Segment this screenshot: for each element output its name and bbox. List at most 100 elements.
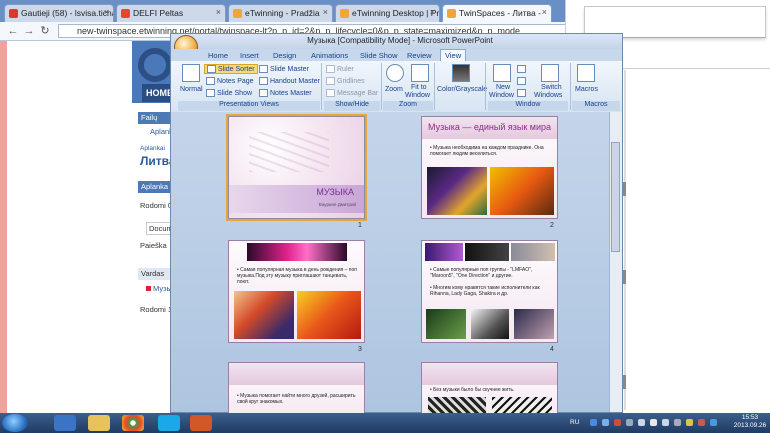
tray-app-icon[interactable] xyxy=(710,419,717,426)
bullet-text: Музыка помогает найти много друзей, расш… xyxy=(237,393,356,405)
slide-show-button[interactable]: Slide Show xyxy=(206,89,252,97)
group-label: Macros xyxy=(572,101,620,111)
macros-button[interactable]: Macros xyxy=(575,86,598,93)
reload-icon[interactable]: ↻ xyxy=(38,24,52,38)
taskbar-clock[interactable]: 15:53 2013.09.26 xyxy=(732,414,768,430)
folder-icon[interactable] xyxy=(88,415,110,431)
fit-to-window-label: Window xyxy=(405,92,430,99)
bullet-text: Самая популярная музыка в день рождения … xyxy=(237,267,357,285)
chrome-icon[interactable] xyxy=(122,415,144,431)
close-icon[interactable]: × xyxy=(430,7,435,17)
etwinning-icon xyxy=(340,9,349,18)
ruler-checkbox[interactable]: Ruler xyxy=(326,65,354,73)
normal-view-button[interactable]: Normal xyxy=(180,86,203,93)
group-label: Zoom xyxy=(383,101,433,111)
browser-tab-etwinning-desktop[interactable]: eTwinning Desktop | Proje × xyxy=(335,4,440,22)
slide-master-button[interactable]: Slide Master xyxy=(259,65,309,73)
button-label: Handout Master xyxy=(270,77,320,85)
tab-slide-show[interactable]: Slide Show xyxy=(360,50,398,61)
network-icon[interactable] xyxy=(602,419,609,426)
button-label: Slide Sorter xyxy=(218,65,255,73)
tab-animations[interactable]: Animations xyxy=(311,50,348,61)
tab-insert[interactable]: Insert xyxy=(240,50,259,61)
slide-bullet: • Без музыки было бы скучнее жить. xyxy=(430,387,515,393)
slide-number: 1 xyxy=(358,222,362,229)
tray-app-icon[interactable] xyxy=(686,419,693,426)
close-icon[interactable]: × xyxy=(542,7,547,17)
gridlines-checkbox[interactable]: Gridlines xyxy=(326,77,365,85)
group-label: Window xyxy=(488,101,568,111)
fit-to-window-button[interactable]: Fit to xyxy=(411,84,427,91)
color-icon xyxy=(452,64,470,82)
switch-windows-button[interactable]: Switch xyxy=(541,84,562,91)
notes-master-button[interactable]: Notes Master xyxy=(259,89,312,97)
checkbox-icon xyxy=(326,77,335,85)
tab-label: eTwinning - Pradžia xyxy=(245,8,320,18)
volume-icon[interactable] xyxy=(662,419,669,426)
tab-home[interactable]: Home xyxy=(208,50,228,61)
handout-master-button[interactable]: Handout Master xyxy=(259,77,320,85)
new-window-button[interactable]: New xyxy=(496,84,510,91)
message-bar-checkbox[interactable]: Message Bar xyxy=(326,89,378,97)
group-separator xyxy=(381,63,382,110)
browser-tab-twinspaces[interactable]: TwinSpaces - Литва - × xyxy=(442,4,552,22)
slide-master-icon xyxy=(259,65,268,73)
power-icon[interactable] xyxy=(650,419,657,426)
button-label: Fit to xyxy=(411,84,427,91)
browser-tab-delfi[interactable]: DELFI Peltas × xyxy=(116,4,226,22)
forward-arrow-icon[interactable]: → xyxy=(22,24,36,38)
handout-master-icon xyxy=(259,77,268,85)
slide-thumbnail[interactable]: Музыка — единый язык мира • Музыка необх… xyxy=(421,116,558,219)
tab-review[interactable]: Review xyxy=(407,50,432,61)
arrange-all-button[interactable] xyxy=(517,65,528,73)
start-button[interactable] xyxy=(2,414,28,432)
slide-subtitle: Ваурине Дмитрий xyxy=(318,202,356,207)
close-icon[interactable]: × xyxy=(216,7,221,17)
help-icon[interactable] xyxy=(590,419,597,426)
tray-app-icon[interactable] xyxy=(626,419,633,426)
move-split-button[interactable] xyxy=(517,89,528,97)
media-player-icon[interactable] xyxy=(54,415,76,431)
slide-sorter-button[interactable]: Slide Sorter xyxy=(204,64,258,74)
notes-master-icon xyxy=(259,89,268,97)
clock-time: 15:53 xyxy=(741,414,759,421)
tray-app-icon[interactable] xyxy=(674,419,681,426)
checkbox-icon xyxy=(326,65,335,73)
slide-thumbnail[interactable]: • Самые популярные поп группы - "LMFAO",… xyxy=(421,240,558,343)
tab-design[interactable]: Design xyxy=(273,50,296,61)
notes-page-icon xyxy=(206,77,215,85)
macros-icon xyxy=(577,64,595,82)
window-title: Музыка [Compatibility Mode] - Microsoft … xyxy=(307,36,493,45)
button-label: Notes Page xyxy=(217,77,254,85)
close-icon[interactable]: × xyxy=(104,7,109,17)
group-separator xyxy=(434,63,435,110)
slide-bullet: • Самые популярные поп группы - "LMFAO",… xyxy=(430,267,533,279)
skype-icon[interactable] xyxy=(158,415,180,431)
language-indicator[interactable]: RU xyxy=(570,419,579,426)
browser-tab-gmail[interactable]: Gautieji (58) - lsvisa.tichac × xyxy=(4,4,114,22)
one-direction-image xyxy=(511,243,555,261)
browser-tab-etwinning[interactable]: eTwinning - Pradžia × xyxy=(228,4,333,22)
slide-title: Музыка — единый язык мира xyxy=(428,122,552,132)
slide-thumbnail[interactable]: • Самая популярная музыка в день рождени… xyxy=(228,240,365,343)
tray-app-icon[interactable] xyxy=(698,419,705,426)
slide-title: МУЗЫКА xyxy=(316,187,354,197)
flag-icon[interactable] xyxy=(638,419,645,426)
bullet-text: Без музыки было бы скучнее жить. xyxy=(433,387,515,393)
scrollbar-thumb[interactable] xyxy=(611,142,620,252)
antivirus-icon[interactable] xyxy=(614,419,621,426)
close-icon[interactable]: × xyxy=(323,7,328,17)
back-arrow-icon[interactable]: ← xyxy=(6,24,20,38)
powerpoint-icon[interactable] xyxy=(190,415,212,431)
slide-thumbnail[interactable]: МУЗЫКА Ваурине Дмитрий xyxy=(226,114,367,221)
zoom-button[interactable]: Zoom xyxy=(385,86,403,93)
tab-label: DELFI Peltas xyxy=(133,8,184,18)
webpage-right-area xyxy=(626,70,770,413)
color-grayscale-button[interactable]: Color/Grayscale xyxy=(437,86,487,93)
checkbox-icon xyxy=(326,89,335,97)
group-label: Show/Hide xyxy=(324,101,380,111)
vertical-scrollbar[interactable] xyxy=(609,112,622,412)
cascade-button[interactable] xyxy=(517,77,528,85)
slide-bullet: • Самая популярная музыка в день рождени… xyxy=(237,267,357,285)
notes-page-button[interactable]: Notes Page xyxy=(206,77,254,85)
